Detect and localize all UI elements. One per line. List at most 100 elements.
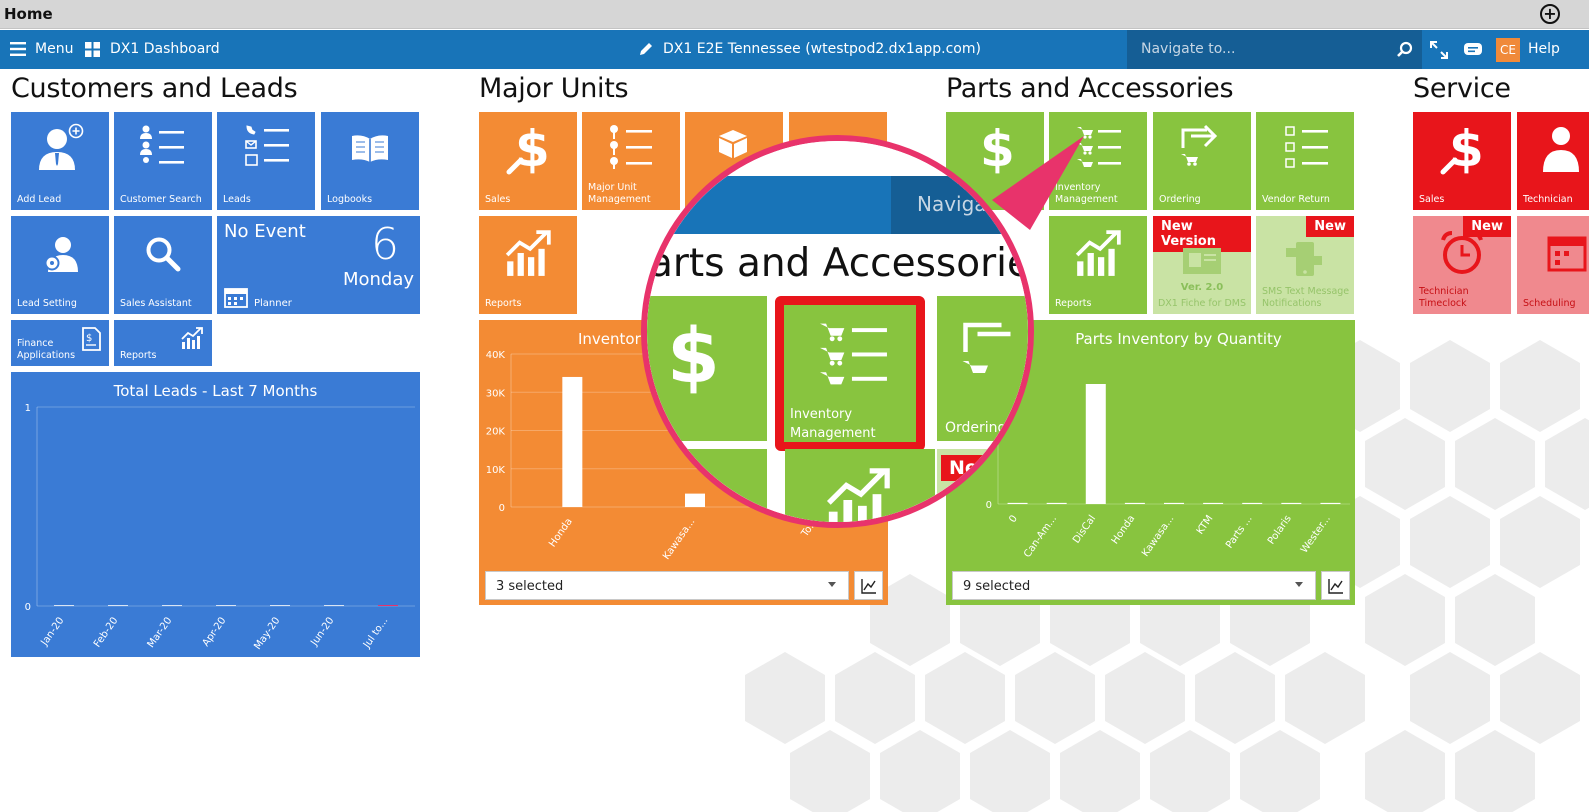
- add-lead-tile[interactable]: Add Lead: [11, 112, 109, 210]
- chat-icon[interactable]: [1463, 42, 1483, 58]
- fullscreen-icon[interactable]: [1430, 41, 1448, 59]
- x-tick-label: Honda: [547, 516, 575, 549]
- parts-dealer-select[interactable]: 9 selected: [952, 571, 1316, 600]
- magnified-ordering-tile: Ordering: [937, 296, 1028, 441]
- finance-label: Finance Applications: [17, 338, 76, 361]
- magnified-inventory-tile: Inventory Management: [775, 296, 925, 451]
- chart-type-button[interactable]: [1321, 571, 1350, 600]
- leads-label: Leads: [223, 194, 251, 205]
- magnified-new-badge: Ne: [941, 455, 990, 481]
- dollar-cart-icon: $: [667, 314, 720, 394]
- lead-setting-label: Lead Setting: [17, 298, 77, 309]
- line-chart-icon: [1328, 579, 1343, 594]
- search-input[interactable]: Navigate to...: [1141, 41, 1235, 57]
- finance-document-icon: $: [82, 327, 101, 351]
- customer-search-label: Customer Search: [120, 194, 202, 205]
- y-tick-label: 40K: [486, 350, 506, 361]
- vendor-return-tile[interactable]: Vendor Return: [1256, 112, 1354, 210]
- user-avatar[interactable]: CE: [1496, 38, 1520, 62]
- planner-day-name: Monday: [342, 269, 414, 290]
- customer-reports-tile[interactable]: Reports: [114, 320, 212, 366]
- open-book-icon: [352, 135, 388, 162]
- x-tick-label: Kawasa...: [1140, 513, 1176, 558]
- calendar-icon: [1547, 236, 1587, 272]
- chart-bar: [54, 605, 74, 606]
- magnified-inventory-label: Inventory Management: [790, 407, 876, 441]
- scheduling-label: Scheduling: [1523, 298, 1576, 309]
- major-units-dealer-select[interactable]: 3 selected: [485, 571, 849, 600]
- service-sales-label: Sales: [1419, 194, 1445, 205]
- sales-assistant-tile[interactable]: Sales Assistant: [114, 216, 212, 314]
- dashboard-button[interactable]: DX1 Dashboard: [110, 41, 220, 57]
- navigate-search[interactable]: Navigate to...: [1127, 30, 1422, 69]
- logbooks-tile[interactable]: Logbooks: [321, 112, 419, 210]
- search-icon[interactable]: [1396, 41, 1413, 58]
- magnified-ordering-label: Ordering: [945, 420, 1007, 436]
- edit-pencil-icon[interactable]: [638, 41, 654, 57]
- magnified-fiche-tile: Ne: [937, 449, 1028, 522]
- lead-setting-tile[interactable]: Lead Setting: [11, 216, 109, 314]
- magnified-reports-tile: [785, 449, 935, 522]
- planner-label: Planner: [254, 298, 292, 309]
- menu-button[interactable]: Menu: [35, 41, 73, 57]
- parts-select-value: 9 selected: [963, 579, 1031, 594]
- store-name[interactable]: DX1 E2E Tennessee (wtestpod2.dx1app.com): [663, 41, 981, 57]
- svg-text:$: $: [667, 314, 720, 394]
- calendar-icon: [224, 288, 248, 308]
- major-units-sales-tile[interactable]: $ Sales: [479, 112, 577, 210]
- chart-bar: [378, 605, 398, 606]
- customer-search-tile[interactable]: Customer Search: [114, 112, 212, 210]
- sms-label: SMS Text Message Notifications: [1262, 286, 1350, 309]
- alarm-clock-icon: [1441, 231, 1483, 274]
- x-tick-label: Mar-20: [146, 615, 175, 650]
- planner-tile[interactable]: No Event 6 Monday Planner: [217, 216, 420, 314]
- magnified-tile-lower-left: [647, 449, 767, 522]
- svg-text:$: $: [515, 122, 550, 176]
- dollar-wrench-icon: $: [1440, 122, 1484, 176]
- magnified-search-text: Navigat: [917, 192, 995, 216]
- x-tick-label: Jan-20: [39, 615, 67, 648]
- help-link[interactable]: Help: [1528, 41, 1560, 57]
- fiche-screen-icon: [1183, 248, 1221, 274]
- leads-tile[interactable]: Leads: [217, 112, 315, 210]
- hamburger-icon[interactable]: [10, 42, 26, 56]
- y-tick-label: 30K: [486, 388, 506, 399]
- fiche-tile[interactable]: New Version Ver. 2.0 DX1 Fiche for DMS: [1153, 216, 1251, 314]
- scheduling-tile[interactable]: Scheduling: [1517, 216, 1589, 314]
- logbooks-label: Logbooks: [327, 194, 373, 205]
- fiche-version: Ver. 2.0: [1180, 282, 1224, 293]
- cart-list-icon: [820, 323, 887, 385]
- leads-list-icon: [245, 125, 289, 166]
- svg-text:$: $: [86, 333, 92, 344]
- chart-bar: [108, 605, 128, 606]
- y-tick-label: 0: [499, 503, 505, 514]
- add-tab-icon[interactable]: +: [1540, 4, 1560, 24]
- customer-list-icon: [140, 125, 184, 164]
- x-tick-label: KTM: [1195, 513, 1216, 536]
- top-navbar: Menu DX1 Dashboard DX1 E2E Tennessee (wt…: [0, 30, 1589, 69]
- major-units-select-value: 3 selected: [496, 579, 564, 594]
- major-units-reports-tile[interactable]: Reports: [479, 216, 577, 314]
- timeclock-label: Technician Timeclock: [1419, 286, 1469, 309]
- dashboard-grid-icon[interactable]: [85, 42, 100, 57]
- technician-tile[interactable]: Technician: [1517, 112, 1589, 210]
- magnifier-callout: Navigat arts and Accessories $ Inventory…: [641, 135, 1034, 528]
- major-units-section-title: Major Units: [479, 73, 629, 104]
- magnified-sales-tile: $: [647, 296, 767, 441]
- order-arrow-icon: [1181, 124, 1218, 166]
- chart-type-button[interactable]: [854, 571, 883, 600]
- service-sales-tile[interactable]: $ Sales: [1413, 112, 1511, 210]
- x-tick-label: May-20: [252, 615, 282, 651]
- ordering-label: Ordering: [1159, 194, 1201, 205]
- x-tick-label: Kawasa...: [661, 516, 697, 561]
- chart-bar: [1242, 502, 1263, 504]
- magnified-search: Navigat: [891, 176, 1028, 234]
- chevron-down-icon: [1295, 582, 1303, 587]
- sms-notifications-tile[interactable]: New SMS Text Message Notifications: [1256, 216, 1354, 314]
- finance-applications-tile[interactable]: Finance Applications $: [11, 320, 109, 366]
- ordering-tile[interactable]: Ordering: [1153, 112, 1251, 210]
- customers-section-title: Customers and Leads: [11, 73, 298, 104]
- technician-timeclock-tile[interactable]: New Technician Timeclock: [1413, 216, 1511, 314]
- major-units-reports-label: Reports: [485, 298, 522, 309]
- growth-chart-icon: [181, 327, 203, 349]
